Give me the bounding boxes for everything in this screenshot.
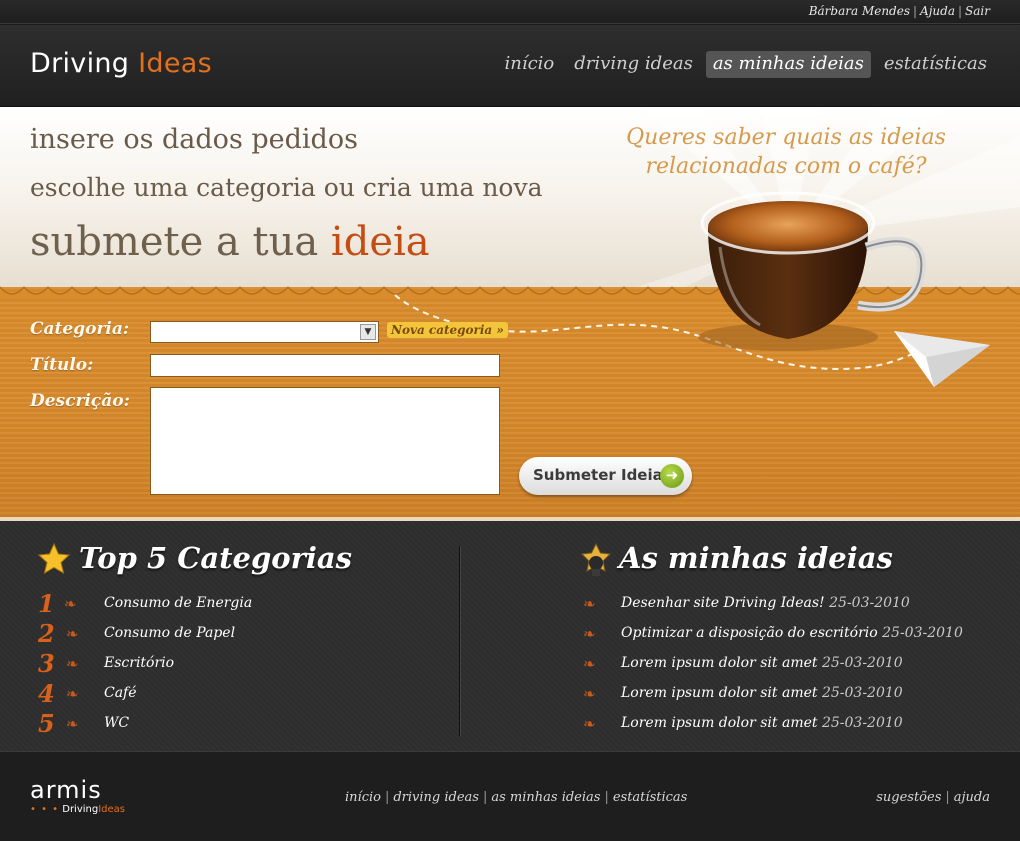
chevron-down-icon[interactable]: ▼ (360, 324, 376, 340)
footer-link-sugestoes[interactable]: sugestões (876, 790, 941, 805)
idea-date: 25-03-2010 (882, 625, 963, 641)
ornament-icon: ❧ (583, 715, 596, 733)
column-divider (459, 546, 460, 736)
footer-secondary-nav: sugestões | ajuda (876, 790, 990, 805)
idea-date: 25-03-2010 (821, 715, 903, 731)
ornament-icon: ❧ (583, 595, 596, 613)
armis-logo-text: armis (30, 776, 102, 804)
idea-date: 25-03-2010 (829, 595, 910, 611)
category-name[interactable]: WC (104, 715, 129, 731)
ornament-icon: ❧ (64, 595, 77, 613)
footer-link-estatisticas[interactable]: estatísticas (613, 790, 687, 805)
ornament-icon: ❧ (66, 685, 79, 703)
main-nav: início driving ideas as minhas ideias es… (497, 51, 994, 78)
summary-panel: Top 5 Categorias 1 ❧ Consumo de Energia … (0, 517, 1020, 751)
title-label: Título: (30, 355, 94, 375)
arrow-right-icon: ➜ (660, 464, 684, 488)
separator: | (604, 790, 609, 805)
help-link[interactable]: Ajuda (920, 4, 955, 18)
idea-title[interactable]: Lorem ipsum dolor sit amet (621, 655, 818, 671)
separator: | (958, 4, 963, 18)
idea-entry[interactable]: Lorem ipsum dolor sit amet 25-03-2010 (621, 655, 903, 671)
idea-title[interactable]: Optimizar a disposição do escritório (621, 625, 878, 641)
rank-number: 3 (38, 649, 55, 678)
armis-logo-subtitle: • • • DrivingIdeas (30, 804, 125, 815)
nav-as-minhas-ideias[interactable]: as minhas ideias (705, 51, 871, 78)
new-category-link[interactable]: Nova categoria » (387, 322, 508, 338)
nav-driving-ideas[interactable]: driving ideas (567, 51, 700, 78)
footer-link-inicio[interactable]: início (345, 790, 381, 805)
idea-entry[interactable]: Lorem ipsum dolor sit amet 25-03-2010 (621, 685, 903, 701)
ornament-icon: ❧ (583, 625, 596, 643)
star-icon (38, 543, 70, 575)
ornament-icon: ❧ (66, 715, 79, 733)
ornament-icon: ❧ (66, 655, 79, 673)
category-name[interactable]: Café (104, 685, 137, 701)
description-label: Descrição: (30, 391, 130, 411)
header: Driving Ideas início driving ideas as mi… (0, 25, 1020, 107)
footer: armis • • • DrivingIdeas início | driving … (0, 751, 1020, 841)
title-input[interactable] (150, 354, 500, 377)
idea-title[interactable]: Desenhar site Driving Ideas! (621, 595, 825, 611)
logo-word-ideas: Ideas (138, 48, 212, 79)
logo-sub-word-1: Driving (62, 804, 99, 815)
lightbulb-badge-icon (580, 543, 612, 576)
rank-number: 5 (38, 709, 55, 738)
submit-idea-label: Submeter Ideia (533, 466, 663, 484)
user-links: Bárbara Mendes | Ajuda | Sair (809, 4, 990, 18)
rank-number: 4 (38, 679, 55, 708)
idea-entry[interactable]: Lorem ipsum dolor sit amet 25-03-2010 (621, 715, 903, 731)
idea-entry[interactable]: Desenhar site Driving Ideas! 25-03-2010 (621, 595, 910, 611)
logo-word-driving: Driving (30, 48, 130, 79)
idea-title[interactable]: Lorem ipsum dolor sit amet (621, 715, 818, 731)
category-select[interactable]: ▼ (150, 321, 379, 343)
logout-link[interactable]: Sair (965, 4, 990, 18)
ornament-icon: ❧ (583, 685, 596, 703)
my-ideas-title: As minhas ideias (619, 541, 893, 575)
site-logo[interactable]: Driving Ideas (30, 48, 212, 79)
footer-link-driving-ideas[interactable]: driving ideas (393, 790, 479, 805)
category-name[interactable]: Escritório (104, 655, 174, 671)
separator: | (945, 790, 950, 805)
idea-date: 25-03-2010 (821, 655, 903, 671)
paper-plane-icon (894, 331, 990, 387)
category-name[interactable]: Consumo de Energia (104, 595, 252, 611)
description-textarea[interactable] (150, 387, 500, 495)
footer-link-ajuda[interactable]: ajuda (954, 790, 990, 805)
top-categories-title: Top 5 Categorias (79, 541, 352, 575)
idea-entry[interactable]: Optimizar a disposição do escritório 25-… (621, 625, 963, 641)
armis-logo[interactable]: armis • • • DrivingIdeas (30, 778, 125, 815)
separator: | (913, 4, 918, 18)
logo-dots: • • • (30, 804, 60, 815)
separator: | (384, 790, 390, 805)
category-label: Categoria: (30, 319, 130, 339)
rank-number: 2 (38, 619, 55, 648)
footer-nav: início | driving ideas | as minhas ideias | es… (345, 790, 687, 805)
submit-idea-button[interactable]: Submeter Ideia ➜ (519, 457, 692, 495)
logo-sub-word-2: Ideas (98, 804, 126, 815)
rank-number: 1 (38, 589, 55, 618)
idea-date: 25-03-2010 (821, 685, 903, 701)
footer-link-as-minhas-ideias[interactable]: as minhas ideias (491, 790, 600, 805)
hero-section: insere os dados pedidos escolhe uma cate… (0, 107, 1020, 517)
ornament-icon: ❧ (583, 655, 596, 673)
nav-inicio[interactable]: início (497, 51, 561, 78)
nav-estatisticas[interactable]: estatísticas (877, 51, 994, 78)
idea-title[interactable]: Lorem ipsum dolor sit amet (621, 685, 818, 701)
ornament-icon: ❧ (66, 625, 79, 643)
user-bar: Bárbara Mendes | Ajuda | Sair (0, 0, 1020, 24)
category-name[interactable]: Consumo de Papel (104, 625, 235, 641)
user-name-link[interactable]: Bárbara Mendes (809, 4, 910, 18)
separator: | (482, 790, 488, 805)
